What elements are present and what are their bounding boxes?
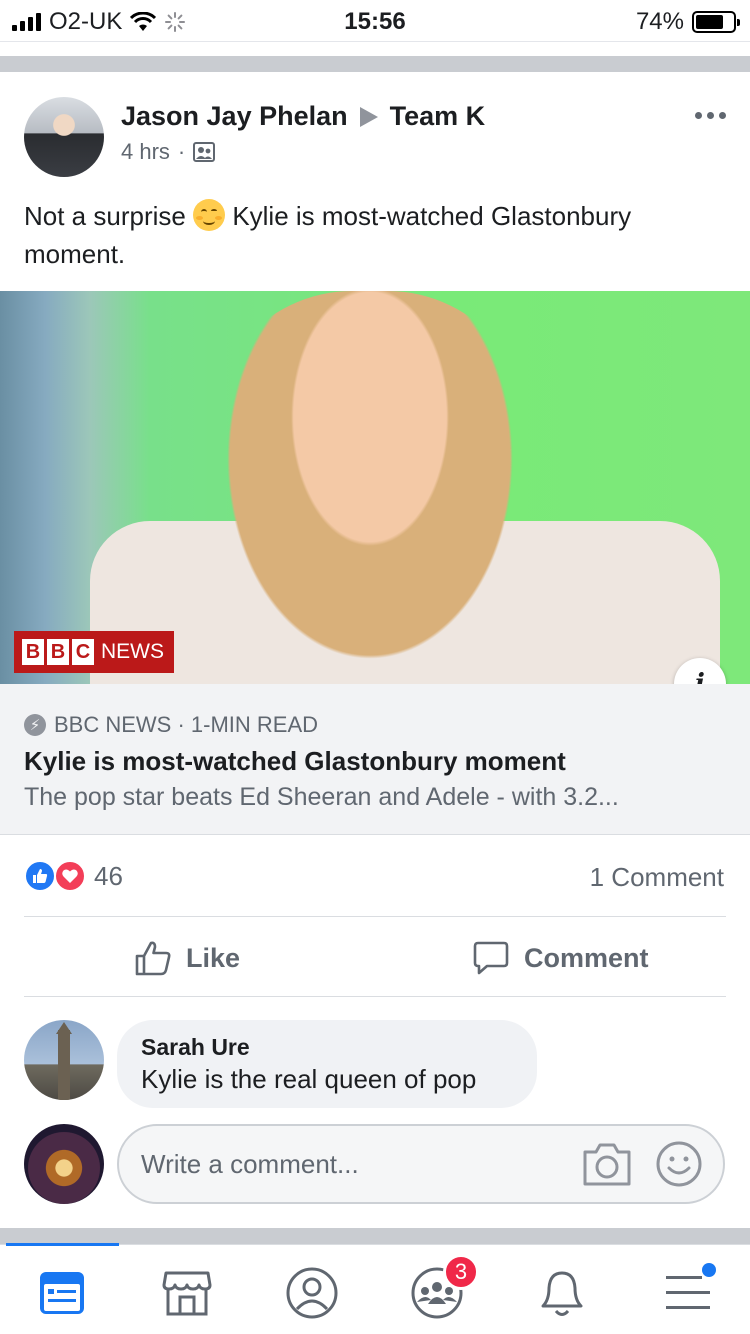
divider [24, 996, 726, 997]
post-header-title: Jason Jay Phelan Team K [121, 101, 485, 132]
post-text-start: Not a surprise [24, 201, 186, 231]
post-text: Not a surprise Kylie is most-watched Gla… [24, 197, 724, 273]
tab-profile[interactable] [282, 1263, 342, 1323]
image-face [190, 291, 550, 684]
like-button[interactable]: Like [134, 936, 240, 980]
tab-bar: 3 [0, 1243, 750, 1334]
like-reaction-icon [24, 860, 56, 892]
like-label: Like [186, 942, 241, 973]
menu-notification-dot [702, 1263, 716, 1277]
link-preview[interactable]: ⚡ BBC NEWS · 1-MIN READ Kylie is most-wa… [0, 684, 750, 835]
link-source: ⚡ BBC NEWS · 1-MIN READ [24, 712, 318, 738]
reaction-summary[interactable]: 46 [24, 860, 123, 892]
link-title[interactable]: Kylie is most-watched Glastonbury moment [24, 746, 566, 777]
menu-icon [666, 1276, 710, 1309]
more-options-icon[interactable] [695, 112, 726, 119]
love-reaction-icon [54, 860, 86, 892]
meta-separator: · [177, 139, 186, 164]
group-name[interactable]: Team K [390, 101, 486, 132]
commenter-name[interactable]: Sarah Ure [141, 1034, 250, 1061]
tab-groups[interactable]: 3 [407, 1254, 479, 1323]
comment-composer[interactable] [117, 1124, 725, 1204]
status-right: 74% [635, 8, 740, 36]
profile-icon [286, 1267, 338, 1319]
battery-icon [692, 11, 740, 33]
current-user-avatar [24, 1124, 104, 1204]
news-feed-icon [40, 1272, 84, 1314]
status-bar: O2-UK 15:56 74% [0, 0, 750, 42]
tab-news-feed[interactable] [32, 1263, 92, 1323]
reaction-count: 46 [94, 860, 123, 891]
divider [24, 916, 726, 917]
tab-marketplace[interactable] [157, 1263, 217, 1323]
comment-count[interactable]: 1 Comment [590, 862, 724, 893]
marketplace-icon [162, 1271, 212, 1316]
commenter-avatar[interactable] [24, 1020, 104, 1100]
battery-percent: 74% [635, 8, 684, 35]
smiling-face-icon [193, 199, 226, 231]
link-source-label: BBC NEWS · 1-MIN READ [54, 712, 319, 737]
tab-notifications[interactable] [532, 1263, 592, 1323]
comment-button[interactable]: Comment [472, 936, 649, 980]
comment-bubble[interactable]: Sarah Ure Kylie is the real queen of pop [117, 1020, 537, 1108]
emoji-icon[interactable] [655, 1140, 703, 1188]
notifications-icon [541, 1271, 583, 1316]
comment-text: Kylie is the real queen of pop [141, 1064, 477, 1094]
comment-input[interactable] [141, 1144, 561, 1184]
bbc-news-logo: B B C NEWS [14, 631, 174, 673]
link-description: The pop star beats Ed Sheeran and Adele … [24, 783, 619, 811]
thumbs-up-icon [135, 941, 171, 976]
speech-bubble-icon [473, 941, 509, 975]
arrow-right-icon [359, 106, 378, 127]
tab-menu[interactable] [658, 1263, 718, 1323]
camera-icon[interactable] [581, 1140, 633, 1188]
group-icon [193, 142, 216, 162]
author-avatar[interactable] [24, 97, 104, 177]
link-image[interactable]: B B C NEWS [0, 291, 750, 684]
post-meta: 4 hrs · [121, 139, 216, 165]
active-tab-indicator [6, 1243, 119, 1246]
instant-article-icon: ⚡ [24, 714, 46, 736]
groups-badge: 3 [443, 1254, 479, 1290]
feed-separator [0, 56, 750, 72]
feed-separator [0, 1228, 750, 1244]
author-name[interactable]: Jason Jay Phelan [121, 101, 348, 132]
post-time[interactable]: 4 hrs [121, 139, 170, 165]
comment-label: Comment [524, 942, 649, 973]
